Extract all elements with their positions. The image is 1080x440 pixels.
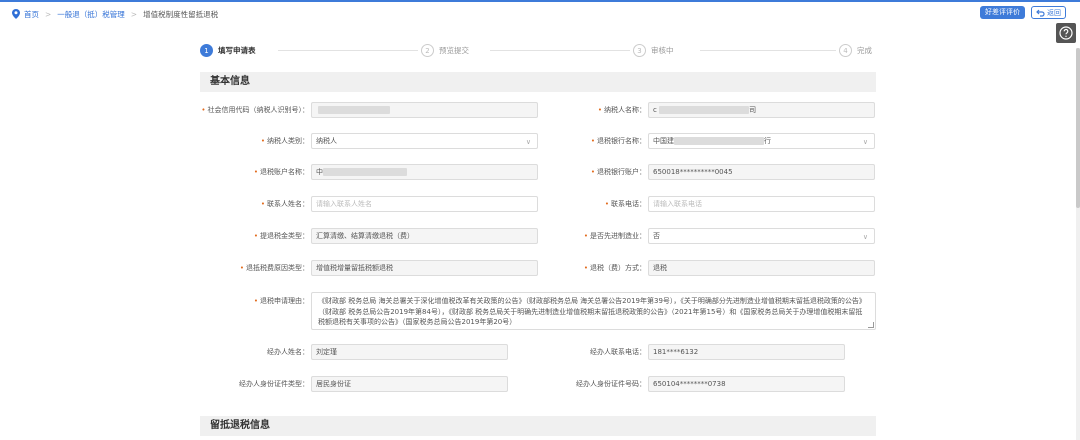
contact-name-label: • 联系人姓名： (260, 200, 309, 208)
redacted-value (318, 106, 390, 114)
top-actions: 好差评评价 返回 (980, 6, 1066, 19)
contact-phone-input[interactable]: 请输入联系电话 (648, 196, 875, 212)
redacted-value (323, 168, 407, 176)
credit-code-label: • 社会信用代码（纳税人识别号）： (201, 106, 309, 114)
step-label: 填写申请表 (218, 46, 256, 55)
redacted-value (659, 106, 750, 114)
reason-textarea[interactable]: 《财政部 税务总局 海关总署关于深化增值税改革有关政策的公告》（财政部税务总局 … (311, 292, 876, 330)
refund-type-field: 汇算清缴、结算清缴退税（费） (311, 228, 538, 244)
scrollbar-thumb[interactable] (1076, 48, 1080, 208)
reason-type-label: • 退抵税费原因类型： (239, 264, 309, 272)
breadcrumb-separator: > (130, 9, 138, 19)
agent-id-type-field: 居民身份证 (311, 376, 508, 392)
bank-name-label: • 退税银行名称： (590, 137, 646, 145)
help-button[interactable] (1056, 23, 1076, 43)
back-button[interactable]: 返回 (1031, 6, 1066, 19)
section-refund-info: 留抵退税信息 (200, 416, 876, 436)
taxpayer-type-select[interactable]: 纳税人 ∨ (311, 133, 538, 149)
location-pin-icon (12, 9, 20, 19)
step-preview-submit: 2 预览提交 (421, 44, 469, 57)
step-number: 1 (200, 44, 213, 57)
question-mark-icon (1059, 26, 1073, 40)
step-connector (490, 50, 630, 51)
step-label: 审核中 (651, 46, 674, 55)
breadcrumb-current: 增值税制度性留抵退税 (143, 9, 219, 19)
redacted-value (674, 137, 764, 145)
step-number: 4 (839, 44, 852, 57)
step-connector (700, 50, 836, 51)
taxpayer-name-label: • 纳税人名称： (597, 106, 646, 114)
evaluate-button[interactable]: 好差评评价 (980, 6, 1025, 19)
bank-name-select[interactable]: 中国建行 ∨ (648, 133, 875, 149)
step-fill-form: 1 填写申请表 (200, 44, 256, 57)
reason-label: • 退税申请理由： (253, 297, 309, 305)
back-button-label: 返回 (1047, 8, 1061, 17)
credit-code-field (311, 102, 538, 118)
step-connector (278, 50, 418, 51)
breadcrumb: 首页 > 一般退（抵）税管理 > 增值税制度性留抵退税 (12, 8, 218, 20)
step-label: 完成 (857, 46, 872, 55)
taxpayer-type-label: • 纳税人类别： (260, 137, 309, 145)
resize-handle-icon[interactable] (868, 322, 874, 328)
section-basic-info: 基本信息 (200, 72, 876, 92)
return-arrow-icon (1036, 9, 1045, 17)
chevron-down-icon: ∨ (862, 138, 868, 146)
page-scrollbar[interactable] (1076, 48, 1080, 440)
progress-steps: 1 填写申请表 2 预览提交 3 审核中 4 完成 (200, 44, 876, 58)
step-label: 预览提交 (439, 46, 469, 55)
refund-method-label: • 退税（费）方式： (583, 264, 646, 272)
refund-type-label: • 提退税金类型： (253, 232, 309, 240)
agent-name-label: 经办人姓名： (267, 348, 309, 356)
taxpayer-name-field: c 司 (648, 102, 875, 118)
chevron-down-icon: ∨ (525, 138, 531, 146)
step-under-review: 3 审核中 (633, 44, 674, 57)
agent-phone-label: 经办人联系电话： (590, 348, 646, 356)
breadcrumb-refund-management[interactable]: 一般退（抵）税管理 (57, 9, 125, 20)
contact-name-input[interactable]: 请输入联系人姓名 (311, 196, 538, 212)
advanced-mfg-select[interactable]: 否 ∨ (648, 228, 875, 244)
account-name-field: 中 (311, 164, 538, 180)
reason-type-field: 增值税增量留抵税额退税 (311, 260, 538, 276)
agent-name-field: 刘定瑾 (311, 344, 508, 360)
contact-phone-label: • 联系电话： (604, 200, 646, 208)
bank-account-label: • 退税银行账户： (590, 168, 646, 176)
account-name-label: • 退税账户名称： (253, 168, 309, 176)
breadcrumb-home[interactable]: 首页 (24, 9, 39, 20)
agent-id-number-field: 650104********0738 (648, 376, 845, 392)
step-complete: 4 完成 (839, 44, 872, 57)
refund-method-field: 退税 (648, 260, 875, 276)
chevron-down-icon: ∨ (862, 233, 868, 241)
breadcrumb-separator: > (45, 9, 52, 19)
step-number: 2 (421, 44, 434, 57)
agent-phone-field: 181****6132 (648, 344, 845, 360)
bank-account-field: 650018**********0045 (648, 164, 875, 180)
step-number: 3 (633, 44, 646, 57)
advanced-mfg-label: • 是否先进制造业： (583, 232, 646, 240)
agent-id-number-label: 经办人身份证件号码： (576, 380, 646, 388)
agent-id-type-label: 经办人身份证件类型： (239, 380, 309, 388)
top-accent-line (0, 0, 1080, 2)
